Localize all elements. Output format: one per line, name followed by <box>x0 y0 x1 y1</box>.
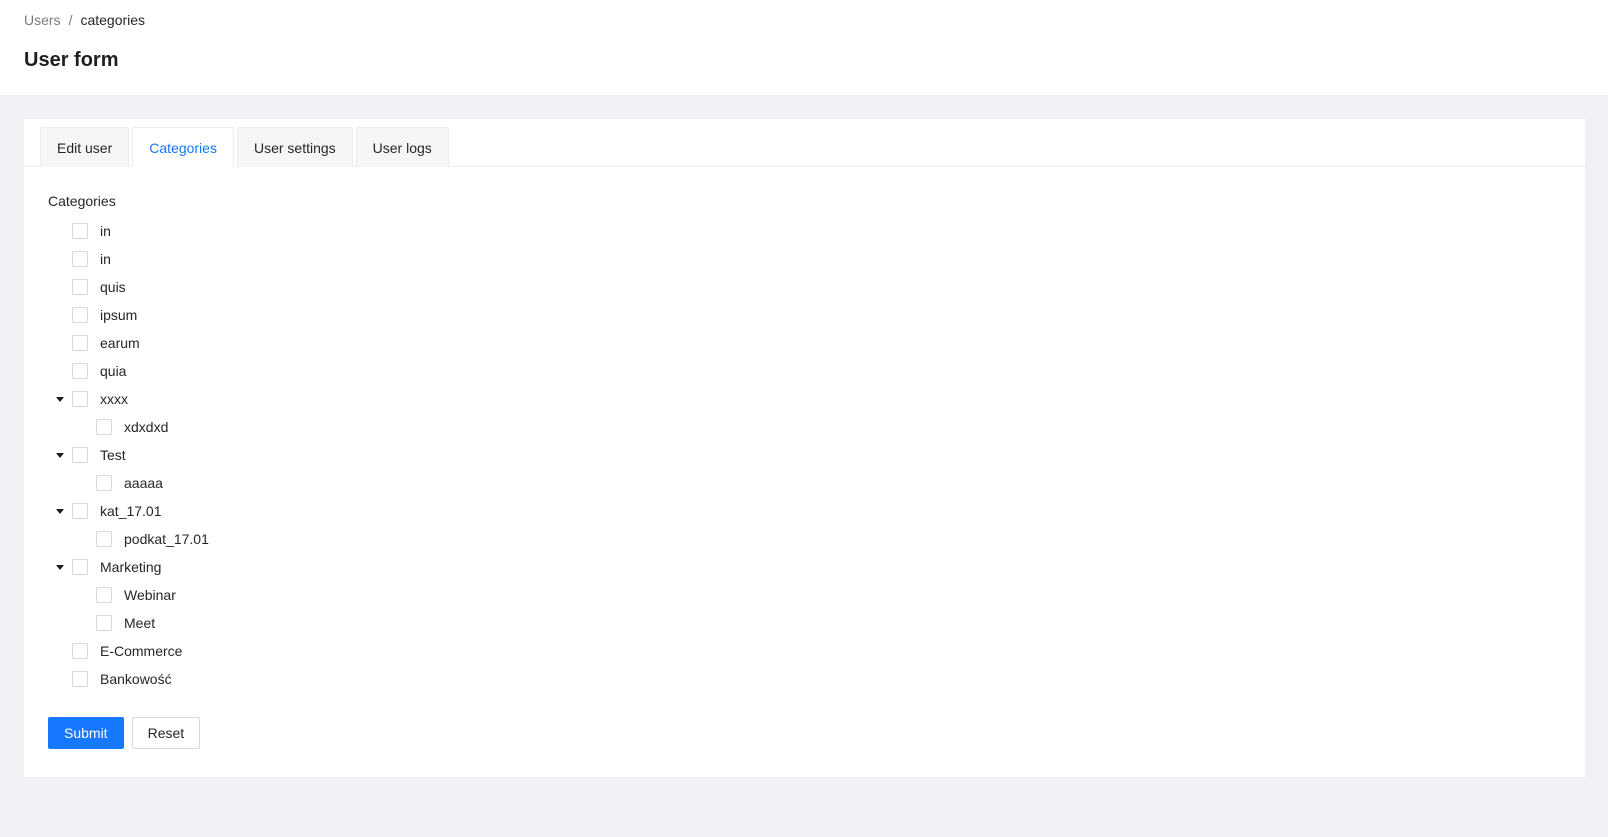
tree-node: Bankowość <box>48 665 213 693</box>
tree-node: ipsum <box>48 301 213 329</box>
form-actions: Submit Reset <box>48 717 213 749</box>
category-label[interactable]: xxxx <box>100 391 132 407</box>
category-label[interactable]: in <box>100 223 115 239</box>
tree-node: xxxx <box>48 385 213 413</box>
category-checkbox[interactable] <box>96 587 112 603</box>
tab-edit-user[interactable]: Edit user <box>40 127 130 167</box>
category-checkbox[interactable] <box>72 643 88 659</box>
expand-toggle[interactable] <box>48 385 72 413</box>
breadcrumb-separator: / <box>68 12 73 28</box>
categories-field-label: Categories <box>48 193 116 209</box>
tree-switcher-placeholder <box>48 301 72 329</box>
tree-node: in <box>48 245 213 273</box>
category-label[interactable]: in <box>100 251 115 267</box>
category-checkbox[interactable] <box>72 559 88 575</box>
category-label[interactable]: podkat_17.01 <box>124 531 213 547</box>
expand-toggle[interactable] <box>48 553 72 581</box>
category-checkbox[interactable] <box>72 279 88 295</box>
category-checkbox[interactable] <box>96 475 112 491</box>
tree-node: Test <box>48 441 213 469</box>
tree-node: xdxdxd <box>48 413 213 441</box>
category-checkbox[interactable] <box>72 447 88 463</box>
reset-button[interactable]: Reset <box>131 717 201 749</box>
category-checkbox[interactable] <box>72 391 88 407</box>
category-checkbox[interactable] <box>72 223 88 239</box>
tree-switcher-placeholder <box>72 525 96 553</box>
tab-categories[interactable]: Categories <box>132 127 234 168</box>
tree-node: podkat_17.01 <box>48 525 213 553</box>
tree-switcher-placeholder <box>48 217 72 245</box>
breadcrumb-current: categories <box>80 12 146 28</box>
tree-switcher-placeholder <box>48 245 72 273</box>
caret-down-icon <box>56 452 64 458</box>
category-checkbox[interactable] <box>72 503 88 519</box>
tree-node: earum <box>48 329 213 357</box>
category-checkbox[interactable] <box>96 531 112 547</box>
category-label[interactable]: Webinar <box>124 587 180 603</box>
category-checkbox[interactable] <box>72 671 88 687</box>
category-label[interactable]: Test <box>100 447 130 463</box>
tree-switcher-placeholder <box>48 273 72 301</box>
expand-toggle[interactable] <box>48 441 72 469</box>
tree-node: in <box>48 217 213 245</box>
tree-switcher-placeholder <box>72 469 96 497</box>
tree-switcher-placeholder <box>48 665 72 693</box>
tree-switcher-placeholder <box>72 581 96 609</box>
tree-node: E-Commerce <box>48 637 213 665</box>
category-label[interactable]: aaaaa <box>124 475 167 491</box>
breadcrumb-users-link[interactable]: Users <box>24 12 61 28</box>
category-label[interactable]: Marketing <box>100 559 165 575</box>
page-title: User form <box>24 49 119 71</box>
breadcrumb: Users / categories <box>24 12 1584 28</box>
caret-down-icon <box>56 396 64 402</box>
tree-node: kat_17.01 <box>48 497 213 525</box>
tree-switcher-placeholder <box>72 413 96 441</box>
category-label[interactable]: xdxdxd <box>124 419 172 435</box>
categories-form: Categories in in quis ipsum earum quia xxxx xdx… <box>48 193 213 749</box>
category-checkbox[interactable] <box>72 307 88 323</box>
category-label[interactable]: Bankowość <box>100 671 176 687</box>
category-checkbox[interactable] <box>72 363 88 379</box>
submit-button[interactable]: Submit <box>48 717 124 749</box>
tree-node: Marketing <box>48 553 213 581</box>
category-checkbox[interactable] <box>96 419 112 435</box>
category-label[interactable]: E-Commerce <box>100 643 186 659</box>
form-card: Edit user Categories User settings User log… <box>24 119 1585 777</box>
tree-switcher-placeholder <box>48 329 72 357</box>
page-header: Users / categories User form <box>0 0 1608 95</box>
tab-bar: Edit user Categories User settings User log… <box>40 127 1585 168</box>
tree-switcher-placeholder <box>48 637 72 665</box>
tree-node: Webinar <box>48 581 213 609</box>
tree-node: Meet <box>48 609 213 637</box>
tree-node: quia <box>48 357 213 385</box>
category-label[interactable]: quis <box>100 279 130 295</box>
tab-user-settings[interactable]: User settings <box>236 127 353 167</box>
category-label[interactable]: Meet <box>124 615 159 631</box>
categories-tree: in in quis ipsum earum quia xxxx xdxdxd Test aaaa… <box>48 217 213 693</box>
tree-node: aaaaa <box>48 469 213 497</box>
category-checkbox[interactable] <box>72 251 88 267</box>
caret-down-icon <box>56 508 64 514</box>
expand-toggle[interactable] <box>48 497 72 525</box>
category-label[interactable]: quia <box>100 363 130 379</box>
tree-node: quis <box>48 273 213 301</box>
caret-down-icon <box>56 564 64 570</box>
tab-user-logs[interactable]: User logs <box>355 127 449 167</box>
category-checkbox[interactable] <box>72 335 88 351</box>
category-label[interactable]: ipsum <box>100 307 141 323</box>
category-label[interactable]: earum <box>100 335 144 351</box>
category-checkbox[interactable] <box>96 615 112 631</box>
tree-switcher-placeholder <box>48 357 72 385</box>
category-label[interactable]: kat_17.01 <box>100 503 166 519</box>
tree-switcher-placeholder <box>72 609 96 637</box>
